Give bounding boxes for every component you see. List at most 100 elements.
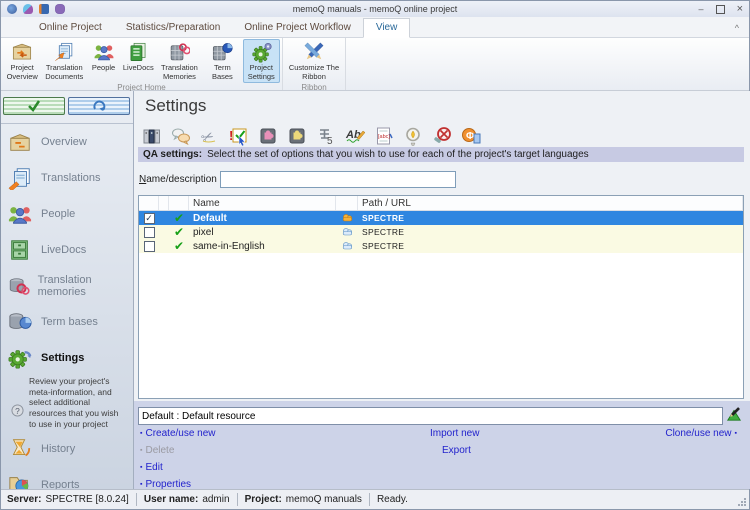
communication-settings-icon[interactable]	[168, 123, 193, 148]
non-translatables-icon[interactable]: [abc]	[371, 123, 396, 148]
valid-check-icon: ✔	[174, 211, 184, 225]
table-row[interactable]: ✔ same-in-English SPECTRE	[139, 239, 743, 253]
qa-settings-icon[interactable]: !	[226, 123, 251, 148]
font-substitution-icon[interactable]: Φ	[458, 123, 483, 148]
column-header-path-url[interactable]: Path / URL	[358, 196, 743, 210]
banner-text: Select the set of options that you wish …	[207, 149, 589, 160]
edit-link[interactable]: ▪Edit	[140, 462, 163, 473]
term-bases-icon	[211, 41, 233, 63]
ribbon: Project Overview Translation Documents	[1, 38, 749, 91]
settings-gear-icon	[7, 346, 33, 370]
segmentation-rules-icon[interactable]: ✂	[197, 123, 222, 148]
sidebar-item-people[interactable]: People	[1, 196, 133, 232]
help-icon: ?	[11, 404, 24, 417]
auto-translation-rules-icon[interactable]: 5	[313, 123, 338, 148]
customize-ribbon-icon	[303, 41, 325, 63]
project-overview-icon	[11, 41, 33, 63]
people-icon	[93, 41, 115, 63]
resize-grip[interactable]	[737, 497, 747, 507]
sidebar-item-overview[interactable]: Overview	[1, 124, 133, 160]
translation-documents-button[interactable]: Translation Documents	[41, 39, 87, 83]
maximize-button[interactable]	[716, 5, 725, 14]
tab-online-project-workflow[interactable]: Online Project Workflow	[232, 19, 363, 37]
table-row[interactable]: ✔ pixel SPECTRE	[139, 225, 743, 239]
row-checkbox-checked[interactable]: ✓	[144, 213, 155, 224]
close-button[interactable]: ×	[737, 3, 743, 15]
livedocs-settings-icon[interactable]	[284, 123, 309, 148]
people-button[interactable]: People	[87, 39, 120, 83]
create-use-new-link[interactable]: ▪Create/use new	[140, 428, 216, 439]
check-icon	[27, 100, 41, 112]
status-bar: Server: SPECTRE [8.0.24] User name: admi…	[1, 489, 749, 509]
sidebar-toolbar	[1, 91, 133, 124]
name-description-label: Name/description	[139, 174, 217, 185]
people-icon[interactable]	[23, 4, 33, 14]
sidebar-item-settings[interactable]: Settings	[1, 340, 133, 376]
refresh-button[interactable]	[68, 97, 130, 115]
table-row[interactable]: ✓ ✔ Default SPECTRE	[139, 211, 743, 225]
resource-path: SPECTRE	[358, 227, 743, 237]
tm-settings-icon[interactable]	[255, 123, 280, 148]
svg-text:[abc]: [abc]	[378, 134, 390, 140]
project-label: Project:	[245, 494, 282, 505]
sidebar-item-livedocs[interactable]: LiveDocs	[1, 232, 133, 268]
settings-tab-strip: ✂ !	[139, 123, 483, 148]
row-checkbox[interactable]	[144, 241, 155, 252]
project-value: memoQ manuals	[286, 494, 362, 505]
forbidden-terms-icon[interactable]	[429, 123, 454, 148]
row-checkbox[interactable]	[144, 227, 155, 238]
project-settings-button[interactable]: Project Settings	[243, 39, 281, 83]
sidebar-item-translations[interactable]: Translations	[1, 160, 133, 196]
edit-resource-button[interactable]	[725, 405, 743, 423]
selected-resource-field[interactable]	[138, 407, 723, 425]
gear-icon[interactable]	[55, 4, 65, 14]
translation-memories-icon	[7, 274, 30, 298]
sidebar-item-history[interactable]: History	[1, 431, 133, 467]
ribbon-group-project-home: Project Overview Translation Documents	[1, 38, 283, 90]
resource-name: Default	[189, 213, 336, 224]
tab-view[interactable]: View	[363, 18, 411, 38]
ignore-lists-icon[interactable]: Ab	[342, 123, 367, 148]
minimize-button[interactable]: –	[699, 4, 704, 14]
clone-use-new-link[interactable]: Clone/use new▪	[665, 428, 737, 439]
status-message: Ready.	[377, 494, 408, 505]
server-label: Server:	[7, 494, 41, 505]
delete-link[interactable]: ▪Delete	[140, 445, 174, 456]
refresh-arrow-icon	[92, 100, 106, 112]
general-settings-icon[interactable]	[139, 123, 164, 148]
valid-check-icon: ✔	[174, 239, 184, 253]
tab-online-project[interactable]: Online Project	[27, 19, 114, 37]
resource-path: SPECTRE	[358, 213, 743, 223]
page-title: Settings	[145, 96, 206, 116]
apply-button[interactable]	[3, 97, 65, 115]
sidebar-item-term-bases[interactable]: Term bases	[1, 304, 133, 340]
name-description-input[interactable]	[220, 171, 456, 188]
term-bases-button[interactable]: Term Bases	[202, 39, 242, 83]
svg-text:5: 5	[327, 136, 333, 146]
app-window: memoQ manuals - memoQ online project – ×…	[0, 0, 750, 510]
edit-pencil-icon	[726, 406, 742, 422]
livedocs-button[interactable]: LiveDocs	[120, 39, 157, 83]
import-new-link[interactable]: Import new	[430, 428, 479, 439]
tab-statistics-preparation[interactable]: Statistics/Preparation	[114, 19, 233, 37]
translation-memories-button[interactable]: Translation Memories	[157, 39, 203, 83]
online-resource-icon	[341, 241, 354, 251]
project-settings-icon	[250, 41, 272, 63]
valid-check-icon: ✔	[174, 225, 184, 239]
column-header-name[interactable]: Name	[189, 196, 336, 210]
livedocs-cabinet-icon	[7, 238, 33, 262]
project-overview-button[interactable]: Project Overview	[3, 39, 41, 83]
autocorrect-icon[interactable]	[400, 123, 425, 148]
online-resource-icon	[341, 213, 354, 223]
memoq-logo-icon[interactable]	[7, 4, 17, 14]
window-title: memoQ manuals - memoQ online project	[1, 4, 749, 14]
resource-path: SPECTRE	[358, 241, 743, 251]
customize-ribbon-button[interactable]: Customize The Ribbon	[286, 39, 342, 83]
export-link[interactable]: Export	[442, 445, 471, 456]
livedocs-icon	[127, 41, 149, 63]
sidebar-item-translation-memories[interactable]: Translation memories	[1, 268, 133, 304]
notebook-icon[interactable]	[39, 4, 49, 14]
name-description-label-rest: ame/description	[146, 174, 217, 185]
resource-table: Name Path / URL ✓ ✔ Default SPE	[138, 195, 744, 399]
collapse-ribbon-icon[interactable]: ^	[735, 23, 739, 33]
